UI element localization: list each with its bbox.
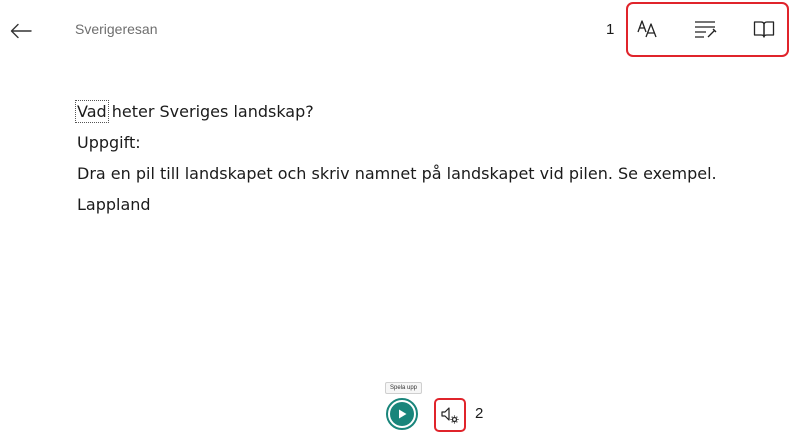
callout-label-voice: 2 [475,405,484,422]
arrow-left-icon [10,23,32,39]
content-line-2: Uppgift: [77,133,141,152]
grammar-options-icon [695,21,717,38]
content-line-1: Vad heter Sveriges landskap? [75,96,777,127]
document-title: Sverigeresan [75,21,158,37]
text-preferences-button[interactable] [635,16,661,42]
text-preferences-icon [637,20,657,38]
callout-label-toolbar: 1 [606,21,615,38]
grammar-options-button[interactable] [693,16,719,42]
focused-word[interactable]: Vad [75,100,109,123]
content-line-4: Lappland [77,195,151,214]
content-line-3: Dra en pil till landskapet och skriv nam… [77,164,717,183]
back-button[interactable] [8,18,34,44]
reading-content: Vad heter Sveriges landskap? Uppgift: Dr… [75,96,777,220]
play-tooltip: Spela upp [385,382,423,394]
voice-settings-icon [441,407,459,424]
play-button-inner [390,402,414,426]
reading-preferences-button[interactable] [751,16,777,42]
play-icon [399,409,407,419]
reading-preferences-icon [753,21,775,38]
content-line-1-rest: heter Sveriges landskap? [106,102,314,121]
voice-settings-button[interactable] [438,403,462,427]
play-button[interactable] [386,398,418,430]
